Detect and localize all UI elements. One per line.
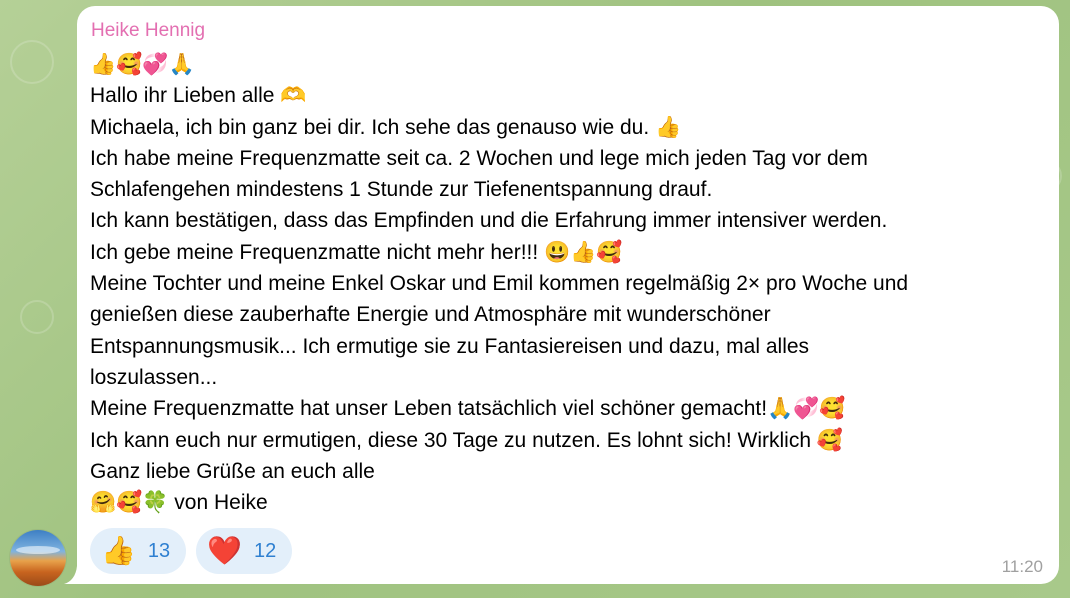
message-line: Meine Tochter und meine Enkel Oskar und … bbox=[90, 272, 909, 296]
message-line: Entspannungsmusik... Ich ermutige sie zu… bbox=[90, 334, 810, 358]
message-line: Ich gebe meine Frequenzmatte nicht mehr … bbox=[90, 240, 623, 264]
heart-icon: ❤️ bbox=[207, 535, 242, 566]
message-line: Hallo ihr Lieben alle 🫶 bbox=[90, 84, 307, 108]
message-line: 👍🥰💞🙏 bbox=[90, 53, 195, 76]
reaction-thumbs-up[interactable]: 👍 13 bbox=[90, 528, 187, 574]
message-line: Schlafengehen mindestens 1 Stunde zur Ti… bbox=[90, 178, 713, 202]
wallpaper-doodle bbox=[20, 300, 54, 334]
message-line: Michaela, ich bin ganz bei dir. Ich sehe… bbox=[90, 115, 682, 139]
message-bubble[interactable]: Heike Hennig 👍🥰💞🙏 Hallo ihr Lieben alle … bbox=[77, 6, 1059, 584]
message-line: Meine Frequenzmatte hat unser Leben tats… bbox=[90, 397, 846, 421]
thumbs-up-icon: 👍 bbox=[101, 535, 136, 566]
reactions-bar: 👍 13 ❤️ 12 bbox=[90, 528, 293, 574]
message-line: Ich kann bestätigen, dass das Empfinden … bbox=[90, 209, 888, 233]
message-line: Ich kann euch nur ermutigen, diese 30 Ta… bbox=[90, 428, 843, 452]
message-line: genießen diese zauberhafte Energie und A… bbox=[90, 303, 771, 327]
message-line: Ich habe meine Frequenzmatte seit ca. 2 … bbox=[90, 146, 868, 170]
sender-avatar[interactable] bbox=[10, 530, 66, 586]
message-line: 🤗🥰🍀 von Heike bbox=[90, 491, 268, 515]
message-timestamp: 11:20 bbox=[1001, 557, 1043, 576]
avatar-cloud bbox=[16, 546, 60, 554]
message-text: 👍🥰💞🙏 Hallo ihr Lieben alle 🫶 Michaela, i… bbox=[90, 49, 1052, 518]
reaction-count: 12 bbox=[254, 540, 277, 562]
message-line: Ganz liebe Grüße an euch alle bbox=[90, 459, 375, 483]
message-line: loszulassen... bbox=[90, 365, 218, 389]
reaction-count: 13 bbox=[147, 540, 171, 562]
wallpaper-doodle bbox=[10, 40, 54, 84]
reaction-heart[interactable]: ❤️ 12 bbox=[196, 528, 293, 574]
sender-name[interactable]: Heike Hennig bbox=[91, 20, 205, 42]
